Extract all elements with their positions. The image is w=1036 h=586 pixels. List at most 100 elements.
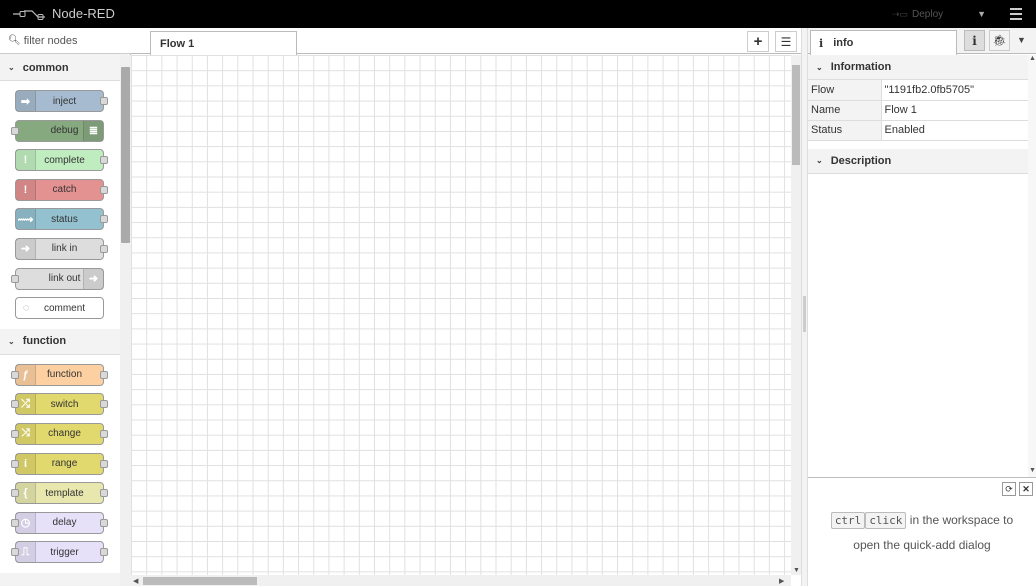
palette-search[interactable]: 🔍︎ filter nodes	[0, 28, 131, 54]
info-row: Status Enabled	[808, 120, 1028, 141]
palette-node-inject[interactable]: ➡ inject	[15, 90, 108, 112]
palette-node-label: comment	[43, 302, 86, 314]
deploy-button[interactable]: ⇢▭ Deploy ▼	[892, 4, 986, 24]
sidebar-tabs: i info i 🐞︎ ▼	[808, 28, 1036, 55]
help-tips-panel: ⟳ ✕ ctrl click in the workspace to open t…	[808, 477, 1036, 586]
hamburger-line	[1010, 18, 1022, 20]
palette-node-complete[interactable]: ! complete	[15, 149, 108, 172]
palette: 🔍︎ filter nodes ⌄ common ➡ inject ≣ debug ! com…	[0, 28, 131, 586]
range-icon: ί	[16, 453, 36, 474]
palette-category-body: ƒ function ⤮ switch ⤨ change ί range {template ◷ d…	[0, 354, 120, 573]
comment-icon: ◌	[22, 302, 30, 315]
list-icon: ☰	[780, 34, 792, 49]
palette-node-range[interactable]: ί range	[11, 452, 108, 475]
splitter-grip[interactable]	[803, 296, 806, 332]
close-tips-button[interactable]: ✕	[1019, 482, 1033, 496]
palette-node-label: link out	[48, 273, 81, 285]
search-icon: 🔍︎	[8, 35, 21, 46]
info-tab-button[interactable]: i	[964, 30, 985, 51]
info-row: Flow "1191fb2.0fb5705"	[808, 80, 1028, 101]
palette-node-catch[interactable]: ! catch	[15, 178, 108, 201]
palette-node-comment[interactable]: ◌ comment	[15, 297, 104, 320]
output-port	[100, 370, 108, 379]
list-flows-button[interactable]: ☰	[775, 31, 797, 52]
palette-node-label: change	[48, 428, 81, 440]
add-flow-button[interactable]: +	[747, 31, 769, 52]
output-port	[100, 400, 108, 409]
search-input[interactable]: filter nodes	[24, 35, 78, 47]
palette-node-change[interactable]: ⤨ change	[11, 422, 108, 445]
output-port	[100, 489, 108, 498]
tab-label: Flow 1	[160, 38, 195, 50]
tip-line-1: ctrl click in the workspace to	[808, 512, 1036, 529]
palette-category-function[interactable]: ⌄ function	[0, 328, 120, 355]
refresh-tip-button[interactable]: ⟳	[1002, 482, 1016, 496]
plus-icon: +	[753, 33, 763, 50]
workspace-tabs: Flow 1 + ☰	[131, 28, 801, 55]
link-out-icon: ➜	[83, 268, 103, 289]
palette-node-function[interactable]: ƒ function	[11, 363, 108, 386]
palette-node-switch[interactable]: ⤮ switch	[11, 393, 108, 416]
tab-flow-1[interactable]: Flow 1	[150, 31, 297, 55]
link-in-icon: ➜	[16, 238, 36, 259]
info-key: Status	[808, 120, 882, 141]
workspace: Flow 1 + ☰ ▼ ◀ ▶	[131, 28, 801, 586]
canvas-vertical-scrollbar[interactable]: ▼	[791, 55, 801, 575]
sidebar-scrollbar[interactable]: ▲ ▼	[1028, 55, 1036, 477]
palette-node-template[interactable]: {template	[11, 482, 108, 505]
flow-canvas[interactable]	[131, 55, 791, 575]
scroll-left-arrow-icon[interactable]: ◀	[133, 577, 138, 585]
canvas-horizontal-scroll-thumb[interactable]	[143, 577, 257, 585]
output-port	[100, 156, 108, 165]
scroll-up-arrow-icon[interactable]: ▲	[1029, 55, 1036, 62]
kbd-ctrl: ctrl	[830, 512, 866, 529]
section-title: Description	[830, 154, 892, 167]
sidebar: i info i 🐞︎ ▼ ⌄ Information Flow "1191fb…	[808, 28, 1036, 586]
palette-node-link-in[interactable]: ➜ link in	[15, 237, 108, 260]
output-port	[100, 548, 108, 557]
scroll-right-arrow-icon[interactable]: ▶	[779, 577, 784, 585]
palette-node-trigger[interactable]: ⎍ trigger	[11, 541, 108, 564]
main-menu-button[interactable]	[1004, 4, 1030, 24]
sidebar-menu-chevron-icon[interactable]: ▼	[1017, 35, 1026, 45]
palette-node-label: debug	[50, 125, 79, 137]
palette-scroll-thumb[interactable]	[121, 67, 130, 243]
tip-line-2: open the quick-add dialog	[853, 538, 991, 552]
chevron-down-icon[interactable]: ▼	[977, 9, 986, 19]
palette-category-common[interactable]: ⌄ common	[0, 55, 120, 81]
palette-node-status[interactable]: ⟿ status	[15, 208, 108, 231]
chevron-down-icon: ⌄	[8, 63, 15, 72]
logo: Node-RED	[12, 6, 115, 21]
palette-node-label: delay	[52, 517, 77, 529]
scroll-down-arrow-icon[interactable]: ▼	[1029, 467, 1036, 474]
tab-info[interactable]: i info	[810, 30, 957, 55]
timer-icon: ◷	[16, 512, 36, 533]
scroll-down-arrow-icon[interactable]: ▼	[793, 567, 800, 574]
palette-node-delay[interactable]: ◷ delay	[11, 511, 108, 534]
palette-node-link-out[interactable]: ➜ link out	[11, 267, 104, 290]
shuffle-icon: ⤨	[16, 423, 36, 444]
arrow-in-icon: ➡	[16, 91, 36, 111]
app-title: Node-RED	[52, 6, 115, 21]
output-port	[100, 244, 108, 253]
sidebar-splitter[interactable]	[801, 28, 808, 586]
palette-scrollbar[interactable]	[120, 55, 131, 586]
palette-node-label: status	[51, 213, 78, 225]
canvas-horizontal-scrollbar[interactable]: ◀ ▶	[131, 575, 791, 586]
canvas-vertical-scroll-thumb[interactable]	[792, 65, 800, 165]
output-port	[100, 97, 108, 105]
function-icon: ƒ	[16, 364, 36, 385]
description-section-header[interactable]: ⌄ Description	[808, 148, 1028, 174]
input-port	[11, 126, 19, 135]
palette-node-label: trigger	[50, 546, 79, 558]
category-label: common	[22, 61, 69, 74]
debug-tab-button[interactable]: 🐞︎	[989, 30, 1010, 51]
output-port	[100, 429, 108, 438]
close-icon: ✕	[1022, 483, 1030, 494]
palette-node-debug[interactable]: ≣ debug	[11, 119, 104, 142]
category-label: function	[22, 335, 67, 348]
output-port	[100, 185, 108, 194]
palette-node-label: template	[45, 487, 84, 499]
information-section-header[interactable]: ⌄ Information	[808, 55, 1028, 80]
palette-node-label: switch	[50, 398, 79, 410]
